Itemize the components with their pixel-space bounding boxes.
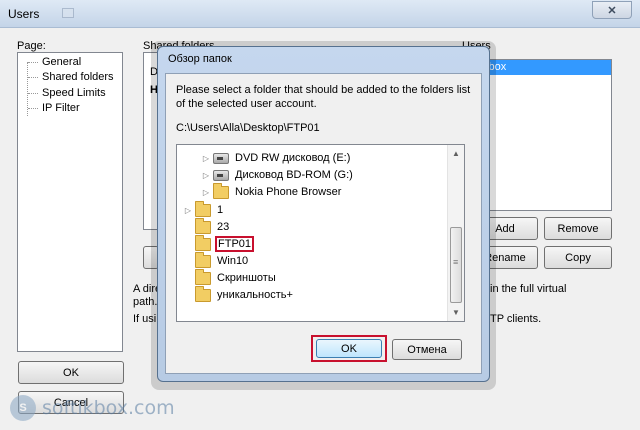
folder-tree[interactable]: ▷ DVD RW дисковод (E:) ▷ Дисковод BD-ROM… bbox=[176, 144, 465, 322]
tree-connector bbox=[28, 93, 38, 94]
folder-item[interactable]: Win10 bbox=[193, 251, 250, 270]
scrollbar-thumb[interactable] bbox=[450, 227, 462, 303]
folder-item[interactable]: 23 bbox=[193, 217, 231, 236]
shared-note-line1-end: in the full virtual bbox=[490, 283, 567, 295]
ok-highlight-frame: OK bbox=[311, 335, 387, 362]
window-close-button[interactable]: ✕ bbox=[592, 1, 632, 19]
folder-item[interactable]: ▷ Nokia Phone Browser bbox=[201, 182, 343, 201]
watermark-logo-icon: S bbox=[10, 395, 36, 421]
folder-tree-scrollbar[interactable]: ▲ ▼ bbox=[447, 145, 464, 321]
page-tree[interactable]: General Shared folders Speed Limits IP F… bbox=[17, 52, 123, 352]
folder-label: Nokia Phone Browser bbox=[235, 186, 342, 198]
dialog-body: Please select a folder that should be ad… bbox=[165, 73, 482, 374]
folder-label-highlighted: FTP01 bbox=[215, 236, 255, 252]
expand-arrow-icon[interactable]: ▷ bbox=[201, 154, 211, 163]
folder-item[interactable]: ▷ DVD RW дисковод (E:) bbox=[201, 149, 352, 167]
drive-icon bbox=[213, 169, 229, 181]
browse-folder-dialog: Обзор папок Please select a folder that … bbox=[157, 46, 490, 382]
folder-item[interactable]: Скриншоты bbox=[193, 268, 278, 287]
folder-label: Дисковод BD-ROM (G:) bbox=[235, 169, 353, 181]
folder-label: уникальность+ bbox=[217, 289, 293, 301]
folder-icon bbox=[195, 268, 211, 285]
folder-item[interactable]: ▷ 1 bbox=[183, 200, 225, 219]
page-label: Page: bbox=[17, 40, 46, 52]
tree-connector bbox=[28, 77, 38, 78]
dialog-description: Please select a folder that should be ad… bbox=[176, 84, 471, 110]
folder-icon bbox=[195, 200, 211, 217]
remove-user-button[interactable]: Remove bbox=[544, 217, 612, 240]
folder-icon bbox=[195, 234, 211, 251]
folder-label: Скриншоты bbox=[217, 272, 276, 284]
dialog-cancel-button[interactable]: Отмена bbox=[392, 339, 462, 360]
folder-icon bbox=[213, 182, 229, 199]
window-titlebar: Users ✕ bbox=[0, 0, 640, 28]
scroll-up-icon[interactable]: ▲ bbox=[448, 145, 464, 162]
folder-item[interactable]: уникальность+ bbox=[193, 285, 295, 304]
shared-note-line3-end: TP clients. bbox=[490, 313, 542, 325]
dialog-title: Обзор папок bbox=[168, 53, 232, 65]
expand-arrow-icon[interactable]: ▷ bbox=[183, 206, 193, 215]
folder-label: 23 bbox=[217, 221, 230, 233]
watermark: S softikbox.com bbox=[10, 393, 175, 423]
watermark-text: softikbox.com bbox=[42, 397, 175, 419]
selected-path: C:\Users\Alla\Desktop\FTP01 bbox=[176, 122, 320, 134]
expand-arrow-icon[interactable]: ▷ bbox=[201, 171, 211, 180]
window-icon bbox=[62, 8, 74, 18]
ok-button[interactable]: OK bbox=[18, 361, 124, 384]
folder-icon bbox=[195, 251, 211, 268]
folder-label: 1 bbox=[217, 204, 224, 216]
window-title: Users bbox=[8, 7, 40, 21]
tree-connector bbox=[28, 62, 38, 63]
drive-icon bbox=[213, 152, 229, 164]
expand-arrow-icon[interactable]: ▷ bbox=[201, 188, 211, 197]
folder-icon bbox=[195, 217, 211, 234]
scroll-down-icon[interactable]: ▼ bbox=[448, 304, 464, 321]
folder-icon bbox=[195, 285, 211, 302]
copy-user-button[interactable]: Copy bbox=[544, 246, 612, 269]
folder-label: DVD RW дисковод (E:) bbox=[235, 152, 351, 164]
dialog-ok-button[interactable]: OK bbox=[316, 339, 382, 358]
folder-label: Win10 bbox=[217, 255, 249, 267]
folder-item-ftp01[interactable]: FTP01 bbox=[193, 234, 255, 253]
folder-item[interactable]: ▷ Дисковод BD-ROM (G:) bbox=[201, 166, 355, 184]
tree-connector bbox=[28, 108, 38, 109]
